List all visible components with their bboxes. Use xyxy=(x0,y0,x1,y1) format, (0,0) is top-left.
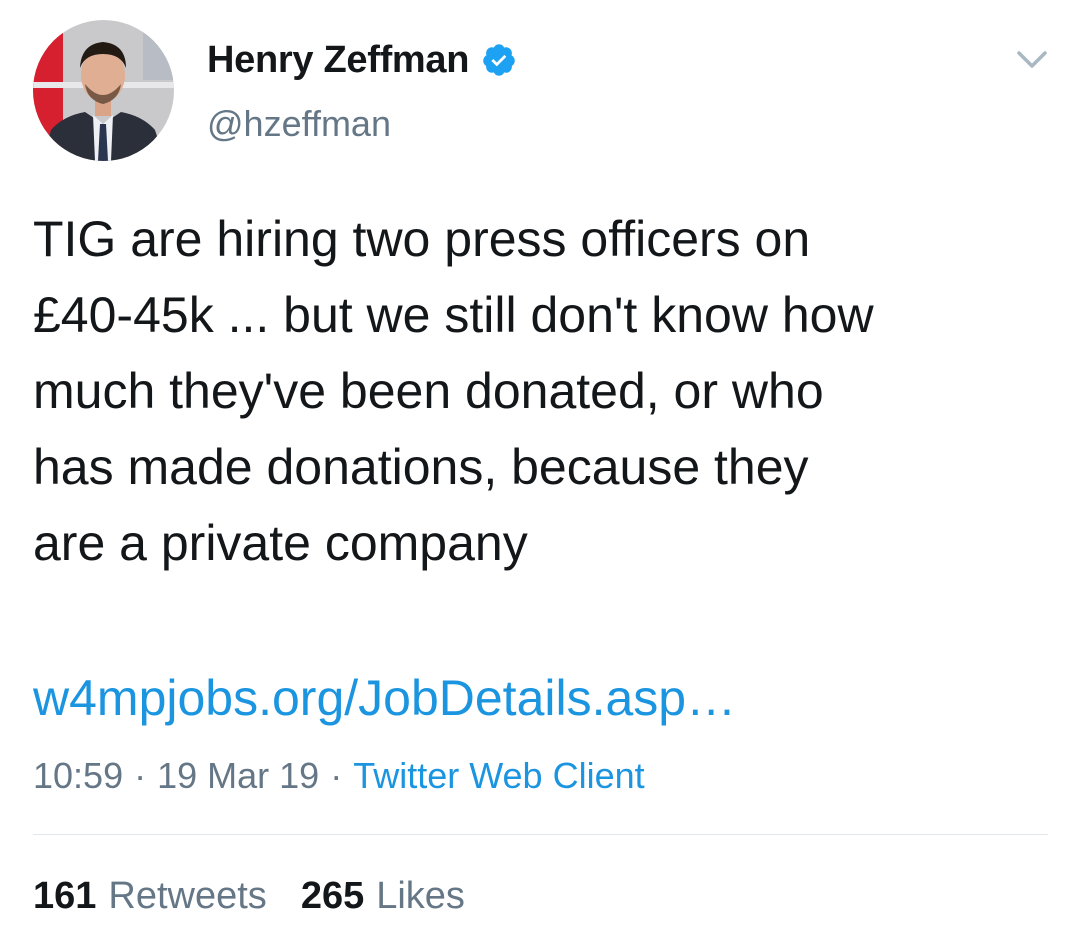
tweet-link[interactable]: w4mpjobs.org/JobDetails.asp… xyxy=(33,660,736,736)
tweet-text: TIG are hiring two press officers on £40… xyxy=(33,211,874,571)
likes-label: Likes xyxy=(376,874,465,917)
divider xyxy=(33,834,1048,835)
meta-separator: · xyxy=(134,755,147,796)
tweet-meta: 10:59 · 19 Mar 19 · Twitter Web Client xyxy=(33,752,645,800)
tweet-date[interactable]: 19 Mar 19 xyxy=(157,755,319,797)
chevron-down-icon[interactable] xyxy=(1014,46,1050,74)
meta-separator: · xyxy=(330,755,343,796)
avatar-photo xyxy=(33,20,174,161)
likes-stat[interactable]: 265 Likes xyxy=(301,875,465,918)
author-handle[interactable]: @hzeffman xyxy=(207,103,391,145)
author-display-name[interactable]: Henry Zeffman xyxy=(207,39,469,82)
verified-badge-icon xyxy=(481,42,517,78)
retweets-count: 161 xyxy=(33,874,97,917)
avatar[interactable] xyxy=(33,20,174,161)
retweets-label: Retweets xyxy=(108,874,267,917)
tweet-client[interactable]: Twitter Web Client xyxy=(353,755,644,797)
tweet-stats: 161 Retweets 265 Likes xyxy=(33,870,465,922)
author-name-row: Henry Zeffman xyxy=(207,36,517,84)
retweets-stat[interactable]: 161 Retweets xyxy=(33,875,267,918)
likes-count: 265 xyxy=(300,874,365,917)
tweet-time[interactable]: 10:59 xyxy=(33,755,123,797)
